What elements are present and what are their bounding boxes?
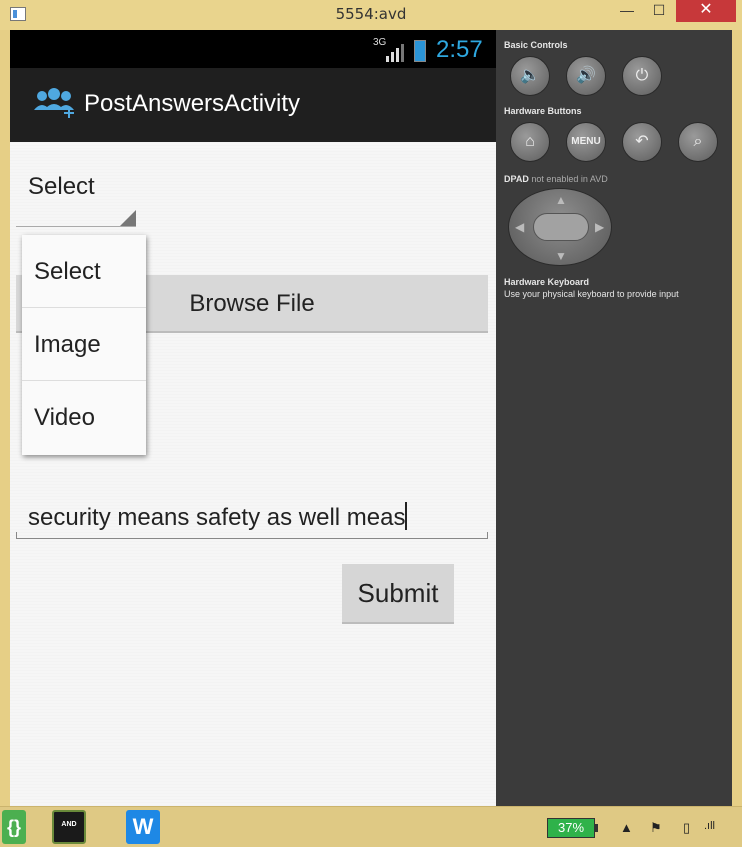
app-logo-icon [34,88,74,118]
dropdown-option-image[interactable]: Image [22,308,146,381]
maximize-button[interactable]: ☐ [644,0,674,22]
signal-icon [386,44,404,62]
back-button[interactable]: ↶ [622,122,662,162]
minimize-button[interactable]: — [612,0,642,22]
hardware-keyboard-info: Hardware Keyboard Use your physical keyb… [504,277,679,299]
answer-input[interactable]: security means safety as well meas [16,482,488,542]
battery-icon [414,40,426,62]
home-icon: ⌂ [525,133,535,150]
dpad-center-button[interactable] [533,213,589,241]
emulator-window: 5554:avd — ☐ ✕ 3G 2:57 PostAnswersActivi… [0,0,742,847]
flag-icon[interactable]: ⚑ [650,820,662,836]
taskbar-app-w-icon[interactable]: W [126,810,160,844]
volume-down-button[interactable]: 🔈 [510,56,550,96]
input-underline [16,538,488,539]
submit-button[interactable]: Submit [342,564,454,624]
taskbar-app-brackets-icon[interactable]: {} [2,810,26,844]
battery-tip [595,824,598,832]
taskbar-app-label: AND [61,821,77,828]
search-icon: ⌕ [693,133,703,150]
spinner-dropdown: Select Image Video [22,235,146,455]
dropdown-option-video[interactable]: Video [22,381,146,454]
type-spinner[interactable]: Select [16,170,136,232]
spinner-arrow-icon [120,210,136,226]
spinner-value: Select [28,173,95,200]
hardware-buttons-title: Hardware Buttons [504,106,582,116]
battery-percent: 37% [557,820,585,835]
taskbar: {} AND W 37% ▲ ⚑ ▯ .ıll [0,806,742,847]
text-cursor [405,502,408,530]
status-clock: 2:57 [436,36,483,63]
status-bar: 3G 2:57 [10,30,496,68]
volume-up-icon: 🔊 [576,67,596,84]
volume-up-button[interactable]: 🔊 [566,56,606,96]
phone-screen: 3G 2:57 PostAnswersActivity Select Brows [10,30,496,806]
taskbar-app-android-icon[interactable]: AND [52,810,86,844]
spinner-underline [16,226,136,227]
activity-title: PostAnswersActivity [84,90,301,117]
dpad[interactable]: ▲ ▼ ◀ ▶ [508,188,612,266]
network-tray-icon[interactable]: .ıll [704,820,715,832]
dpad-title: DPAD not enabled in AVD [504,174,608,184]
close-button[interactable]: ✕ [676,0,736,22]
content-area: Select Browse File security means safety… [10,142,496,806]
volume-down-icon: 🔈 [520,67,540,84]
dpad-right-icon: ▶ [595,220,605,234]
battery-indicator[interactable]: 37% [547,818,595,838]
home-button[interactable]: ⌂ [510,122,550,162]
power-button[interactable]: ⏻ [622,56,662,96]
title-bar: 5554:avd — ☐ ✕ [0,0,742,30]
dpad-left-icon: ◀ [515,220,525,234]
power-icon: ⏻ [635,67,649,84]
dropdown-option-select[interactable]: Select [22,235,146,308]
dpad-up-icon: ▲ [555,193,567,207]
answer-text: security means safety as well meas [28,502,408,531]
action-bar: PostAnswersActivity [10,68,496,142]
search-button[interactable]: ⌕ [678,122,718,162]
back-icon: ↶ [635,133,649,150]
menu-button[interactable]: MENU [566,122,606,162]
battery-tray-icon[interactable]: ▯ [683,820,690,836]
emulator-controls-panel: Basic Controls 🔈 🔊 ⏻ Hardware Buttons ⌂ … [496,30,732,806]
dpad-down-icon: ▼ [555,249,567,263]
tray-expand-icon[interactable]: ▲ [620,820,633,835]
basic-controls-title: Basic Controls [504,40,568,50]
